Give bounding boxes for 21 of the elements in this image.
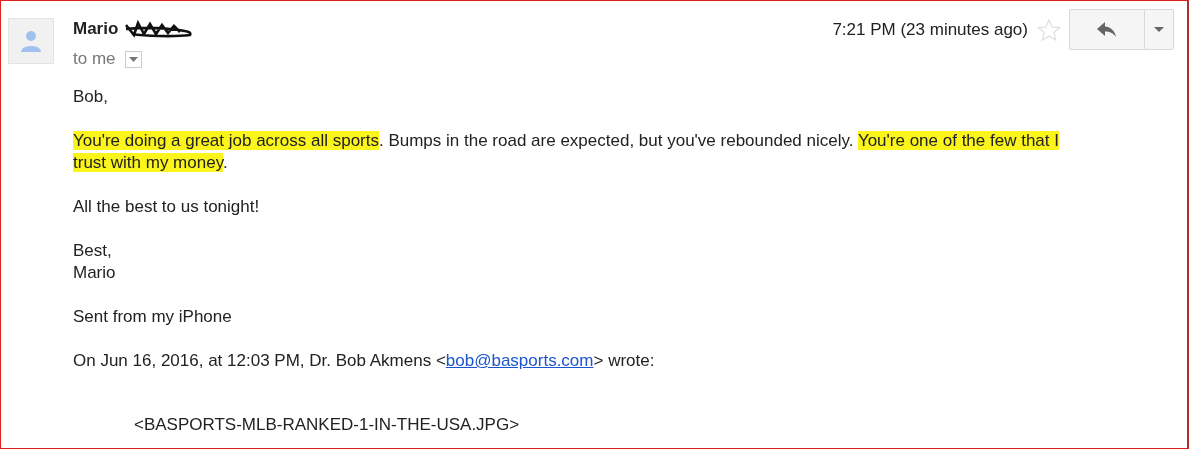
email-link[interactable]: bob@basports.com: [445, 351, 594, 370]
closing-text: Best,: [73, 240, 113, 262]
greeting-text: Bob,: [73, 86, 109, 108]
timestamp: 7:21 PM (23 minutes ago): [832, 20, 1028, 40]
sender-name: Mario: [73, 19, 119, 39]
message-paragraph: You're doing a great job across all sports. Bumps in the road are expected, but you've rebounded nicely. You're one of the few that I trust with my money.: [73, 130, 1060, 174]
reply-icon: [1097, 21, 1117, 38]
person-icon: [21, 30, 41, 52]
redaction-scribble: [124, 19, 195, 39]
message-text: All the best to us tonight!: [73, 196, 261, 218]
signature-text: Sent from my iPhone: [73, 306, 233, 328]
caret-icon: [1154, 27, 1164, 32]
caret-icon: [128, 56, 138, 62]
attachment-filename: <BASPORTS-MLB-RANKED-1-IN-THE-USA.JPG>: [134, 414, 521, 436]
recipient-label: to me: [73, 49, 116, 69]
reply-button[interactable]: [1069, 9, 1145, 50]
quote-header: On Jun 16, 2016, at 12:03 PM, Dr. Bob Akmens <bob@basports.com> wrote:: [73, 351, 655, 370]
star-button[interactable]: [1037, 19, 1061, 42]
closing-text: Mario: [73, 262, 117, 284]
star-icon: [1037, 19, 1061, 42]
details-dropdown[interactable]: [124, 50, 142, 68]
